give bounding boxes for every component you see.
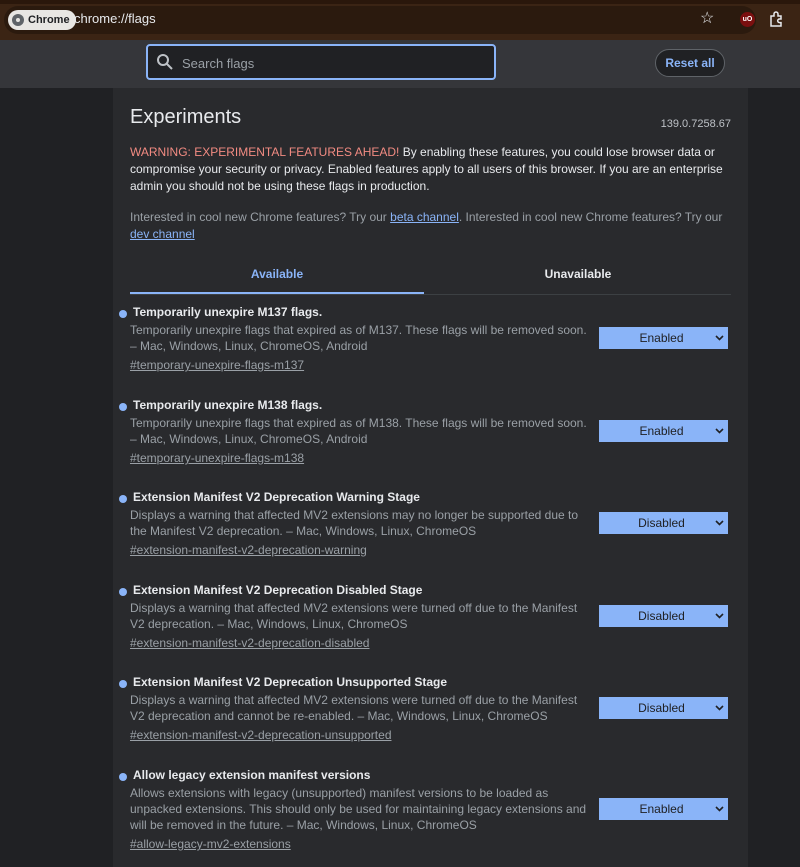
tab-available[interactable]: Available [130, 256, 424, 294]
flag-permalink[interactable]: #extension-manifest-v2-deprecation-disab… [130, 636, 369, 650]
flag-name: Extension Manifest V2 Deprecation Unsupp… [133, 675, 448, 689]
chrome-logo-icon [12, 14, 24, 26]
flag-state-value: Disabled [638, 516, 685, 530]
flag-modified-dot-icon [119, 310, 127, 318]
ublock-extension-icon[interactable]: uO [740, 12, 755, 27]
chevron-down-icon [715, 335, 724, 341]
chevron-down-icon [715, 806, 724, 812]
flag-description: Displays a warning that affected MV2 ext… [130, 508, 579, 538]
flag-description: Temporarily unexpire flags that expired … [130, 323, 587, 353]
flag-state-select[interactable]: Disabled [599, 605, 728, 627]
flag-modified-dot-icon [119, 403, 127, 411]
warning-title: WARNING: EXPERIMENTAL FEATURES AHEAD! [130, 145, 400, 159]
flag-state-select[interactable]: Disabled [599, 697, 728, 719]
experiments-panel: Experiments 139.0.7258.67 WARNING: EXPER… [113, 88, 748, 867]
flag-description: Displays a warning that affected MV2 ext… [130, 601, 578, 631]
flag-name: Temporarily unexpire M138 flags. [133, 398, 323, 412]
chevron-down-icon [715, 613, 724, 619]
dev-channel-link[interactable]: dev channel [130, 227, 195, 241]
tab-strip [0, 0, 800, 4]
flag-name: Temporarily unexpire M137 flags. [133, 305, 323, 319]
flag-permalink[interactable]: #temporary-unexpire-flags-m138 [130, 451, 304, 465]
flag-permalink[interactable]: #extension-manifest-v2-deprecation-unsup… [130, 728, 392, 742]
version-label: 139.0.7258.67 [660, 118, 731, 130]
flag-description: Temporarily unexpire flags that expired … [130, 416, 587, 446]
chevron-down-icon [715, 520, 724, 526]
channel-promo: Interested in cool new Chrome features? … [130, 209, 730, 243]
bookmark-star-icon[interactable]: ☆ [700, 9, 714, 29]
flag-description: Allows extensions with legacy (unsupport… [130, 786, 587, 832]
flag-permalink[interactable]: #temporary-unexpire-flags-m137 [130, 358, 304, 372]
flag-description: Displays a warning that affected MV2 ext… [130, 693, 578, 723]
flag-state-value: Enabled [639, 802, 684, 816]
browser-toolbar: Chrome chrome://flags ☆ uO [0, 0, 800, 40]
site-chip-label: Chrome [28, 14, 70, 26]
chevron-down-icon [715, 428, 724, 434]
chevron-down-icon [715, 705, 724, 711]
extensions-puzzle-icon[interactable] [768, 10, 786, 28]
search-icon [157, 54, 173, 70]
flag-name: Allow legacy extension manifest versions [133, 768, 371, 782]
flag-state-value: Enabled [639, 331, 684, 345]
warning-text: WARNING: EXPERIMENTAL FEATURES AHEAD! By… [130, 144, 730, 195]
flag-permalink[interactable]: #allow-legacy-mv2-extensions [130, 837, 291, 851]
flag-state-select[interactable]: Disabled [599, 512, 728, 534]
flag-modified-dot-icon [119, 773, 127, 781]
beta-channel-link[interactable]: beta channel [390, 210, 459, 224]
reset-all-button[interactable]: Reset all [655, 49, 725, 77]
flag-state-value: Enabled [639, 424, 684, 438]
flag-modified-dot-icon [119, 680, 127, 688]
flag-name: Extension Manifest V2 Deprecation Disabl… [133, 583, 423, 597]
flag-state-select[interactable]: Enabled [599, 327, 728, 349]
search-box[interactable] [146, 44, 496, 80]
flags-header: Reset all [0, 40, 800, 88]
promo-mid: . Interested in cool new Chrome features… [458, 210, 723, 224]
left-gutter [0, 88, 113, 867]
search-input[interactable] [180, 52, 484, 74]
tab-bar: Available Unavailable [130, 256, 731, 295]
flag-state-value: Disabled [638, 701, 685, 715]
tab-unavailable[interactable]: Unavailable [430, 256, 726, 292]
page-title: Experiments [130, 106, 242, 128]
flag-state-value: Disabled [638, 609, 685, 623]
site-chip[interactable]: Chrome [8, 10, 76, 30]
right-gutter [748, 88, 800, 867]
promo-prefix: Interested in cool new Chrome features? … [130, 210, 391, 224]
flag-name: Extension Manifest V2 Deprecation Warnin… [133, 490, 420, 504]
flag-permalink[interactable]: #extension-manifest-v2-deprecation-warni… [130, 543, 367, 557]
flag-state-select[interactable]: Enabled [599, 420, 728, 442]
flag-state-select[interactable]: Enabled [599, 798, 728, 820]
url-text[interactable]: chrome://flags [74, 11, 156, 26]
flag-modified-dot-icon [119, 495, 127, 503]
flag-modified-dot-icon [119, 588, 127, 596]
